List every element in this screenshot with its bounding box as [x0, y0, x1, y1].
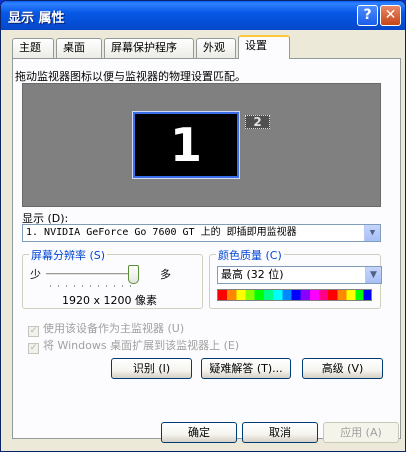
checkmark-icon: ✓ — [28, 326, 39, 337]
title-bar[interactable]: 显示 属性 ? ✕ — [1, 1, 405, 30]
monitor-arrangement-area: 1 2 — [22, 83, 381, 207]
advanced-button[interactable]: 高级 (V) — [302, 358, 383, 379]
primary-monitor-checkbox[interactable]: ✓ 使用该设备作为主监视器 (U) — [28, 320, 184, 337]
tab-desktop[interactable]: 桌面 — [56, 38, 102, 58]
ok-button[interactable]: 确定 — [161, 422, 237, 443]
checkmark-icon: ✓ — [28, 343, 39, 354]
tab-appearance[interactable]: 外观 — [196, 38, 236, 58]
monitor-1-icon[interactable]: 1 — [132, 111, 240, 179]
color-quality-select[interactable]: 最高 (32 位) ▼ — [217, 266, 382, 284]
chevron-down-icon[interactable]: ▼ — [364, 225, 380, 241]
resolution-title: 屏幕分辨率 (S) — [29, 247, 108, 263]
color-quality-value: 最高 (32 位) — [221, 268, 284, 281]
dialog-body: 主题 桌面 屏幕保护程序 外观 设置 拖动监视器图标以便与监视器的物理设置匹配。… — [4, 30, 402, 451]
primary-monitor-label: 使用该设备作为主监视器 (U) — [43, 322, 185, 335]
resolution-value: 1920 x 1200 像素 — [62, 294, 157, 307]
display-properties-window: 显示 属性 ? ✕ 主题 桌面 屏幕保护程序 外观 设置 拖动监视器图标以便与监… — [0, 0, 406, 452]
display-select-value: 1. NVIDIA GeForce Go 7600 GT 上的 即插即用监视器 — [26, 227, 297, 238]
extend-desktop-label: 将 Windows 桌面扩展到该监视器上 (E) — [43, 339, 240, 352]
monitor-2-icon[interactable]: 2 — [245, 115, 270, 129]
resolution-less-label: 少 — [30, 268, 41, 281]
close-button[interactable]: ✕ — [380, 5, 401, 26]
apply-button[interactable]: 应用 (A) — [323, 422, 399, 443]
color-quality-title: 颜色质量 (C) — [216, 247, 284, 263]
resolution-slider-ticks — [50, 285, 138, 287]
tab-screensaver[interactable]: 屏幕保护程序 — [104, 38, 194, 58]
drag-instruction: 拖动监视器图标以便与监视器的物理设置匹配。 — [15, 70, 246, 83]
display-select[interactable]: 1. NVIDIA GeForce Go 7600 GT 上的 即插即用监视器 … — [22, 224, 381, 242]
help-button[interactable]: ? — [357, 5, 378, 26]
window-title: 显示 属性 — [8, 11, 65, 26]
resolution-slider-track[interactable] — [46, 273, 134, 276]
tab-settings[interactable]: 设置 — [238, 35, 290, 59]
resolution-slider-thumb[interactable] — [128, 265, 139, 284]
resolution-more-label: 多 — [160, 268, 171, 281]
chevron-down-icon[interactable]: ▼ — [365, 267, 381, 283]
identify-button[interactable]: 识别 (I) — [111, 358, 192, 379]
troubleshoot-button[interactable]: 疑难解答 (T)... — [201, 358, 291, 379]
cancel-button[interactable]: 取消 — [242, 422, 318, 443]
tab-themes[interactable]: 主题 — [12, 38, 54, 58]
color-spectrum-bar — [217, 289, 372, 301]
extend-desktop-checkbox[interactable]: ✓ 将 Windows 桌面扩展到该监视器上 (E) — [28, 337, 239, 354]
